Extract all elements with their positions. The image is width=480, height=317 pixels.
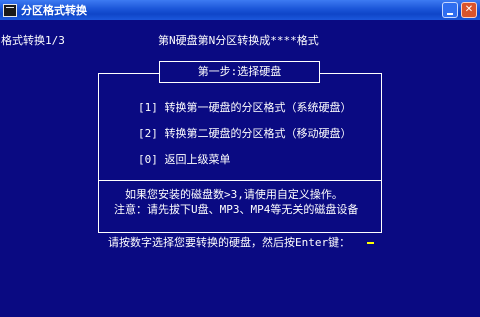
minimize-icon <box>447 13 453 15</box>
page-title: 第N硬盘第N分区转换成****格式 <box>158 34 319 47</box>
option-1[interactable]: [1] 转换第一硬盘的分区格式（系统硬盘） <box>138 99 352 115</box>
window-title: 分区格式转换 <box>21 4 87 17</box>
close-button[interactable]: ✕ <box>461 2 477 18</box>
console-screen: 格式转换1/3 第N硬盘第N分区转换成****格式 第一步:选择硬盘 [1] 转… <box>0 20 480 317</box>
option-0[interactable]: [0] 返回上级菜单 <box>138 151 231 167</box>
step-title: 第一步:选择硬盘 <box>159 61 320 83</box>
minimize-button[interactable] <box>442 2 458 18</box>
option-2[interactable]: [2] 转换第二硬盘的分区格式（移动硬盘） <box>138 125 352 141</box>
window-titlebar[interactable]: 分区格式转换 ✕ <box>0 0 480 20</box>
dialog-divider <box>98 180 382 181</box>
console-icon <box>3 3 17 17</box>
input-prompt: 请按数字选择您要转换的硬盘，然后按Enter键： <box>108 236 351 249</box>
disk-count-note: 如果您安装的磁盘数>3,请使用自定义操作。 <box>125 188 343 201</box>
step-counter: 格式转换1/3 <box>1 34 65 47</box>
usb-warning-note: 注意：请先拔下U盘、MP3、MP4等无关的磁盘设备 <box>114 203 359 216</box>
text-cursor[interactable] <box>367 242 374 244</box>
